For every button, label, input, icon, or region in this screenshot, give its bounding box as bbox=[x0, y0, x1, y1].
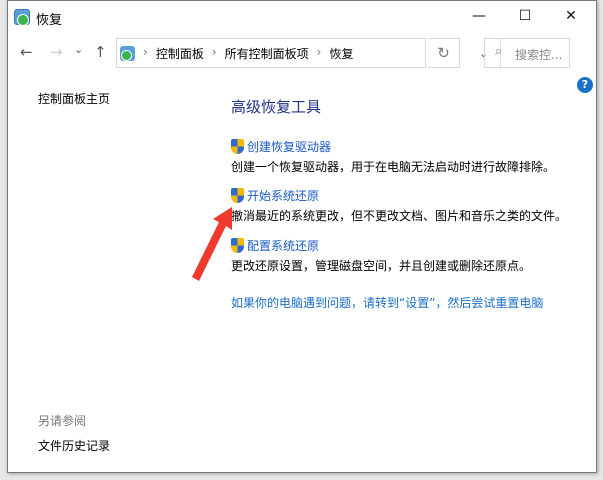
annotation-arrow bbox=[192, 207, 232, 281]
red-arrow-icon bbox=[192, 207, 232, 281]
